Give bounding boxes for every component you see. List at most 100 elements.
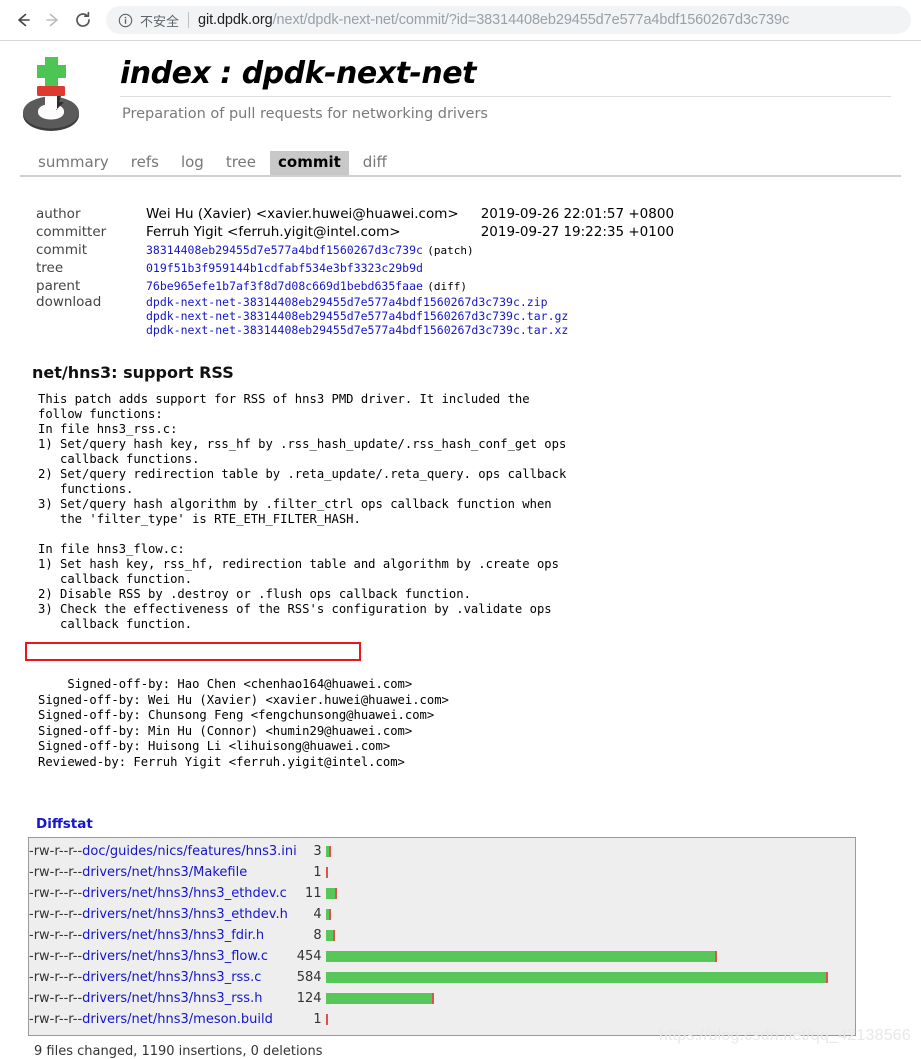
file-path-link[interactable]: drivers/net/hns3/Makefile (82, 865, 247, 880)
file-path-cell: drivers/net/hns3/hns3_ethdev.c (82, 883, 297, 904)
deletions-bar (332, 929, 335, 941)
watermark: https://blog.csdn.net/qq_42138566 (658, 1026, 911, 1044)
table-row: -rw-r--r-- drivers/net/hns3/Makefile 1 (29, 862, 855, 883)
change-count: 1 (313, 864, 322, 880)
file-path-link[interactable]: drivers/net/hns3/hns3_ethdev.h (82, 907, 288, 922)
insertions-bar (325, 929, 333, 941)
deletions-bar (714, 950, 717, 962)
deletions-bar (325, 866, 328, 878)
reload-icon (73, 10, 93, 30)
file-path-cell: drivers/net/hns3/hns3_flow.c (82, 946, 297, 967)
file-mode: -rw-r--r-- (29, 843, 83, 859)
file-path-cell: drivers/net/hns3/meson.build (82, 1009, 297, 1030)
url-path: /next/dpdk-next-net/commit/?id=38314408e… (272, 12, 790, 28)
table-row: -rw-r--r-- doc/guides/nics/features/hns3.… (29, 841, 855, 862)
author-date: 2019-09-26 22:01:57 +0800 (480, 206, 675, 222)
change-count: 124 (296, 990, 322, 1006)
change-graph (322, 883, 855, 904)
file-mode: -rw-r--r-- (29, 1011, 83, 1027)
diffstat-heading: Diffstat (36, 815, 93, 832)
change-graph (322, 841, 855, 862)
address-bar[interactable]: 不安全 git.dpdk.org/next/dpdk-next-net/comm… (106, 6, 911, 34)
author-label: author (36, 206, 81, 222)
tab-diff[interactable]: diff (355, 151, 395, 175)
tab-refs[interactable]: refs (123, 151, 167, 175)
commit-info-row-parent: parent 76be965efe1b7af3f8d7d08c669d1bebd… (36, 277, 674, 295)
parent-label: parent (36, 278, 81, 294)
table-row: -rw-r--r-- drivers/net/hns3/hns3_rss.h 124 (29, 988, 855, 1009)
author-value: Wei Hu (Xavier) <xavier.huwei@huawei.com… (146, 206, 459, 222)
download-zip-cell: dpdk-next-net-38314408eb29455d7e577a4bdf… (146, 295, 674, 309)
file-path-link[interactable]: drivers/net/hns3/hns3_rss.c (82, 970, 261, 985)
committer-date: 2019-09-27 19:22:35 +0100 (480, 224, 675, 240)
commit-info-row-commit: commit 38314408eb29455d7e577a4bdf1560267… (36, 241, 674, 259)
deletions-bar (334, 887, 337, 899)
file-path-link[interactable]: doc/guides/nics/features/hns3.ini (82, 844, 297, 859)
commit-info-row-committer: committer Ferruh Yigit <ferruh.yigit@int… (36, 223, 674, 241)
tab-tree[interactable]: tree (218, 151, 264, 175)
commit-subject: net/hns3: support RSS (32, 363, 234, 382)
file-path-link[interactable]: drivers/net/hns3/hns3_fdir.h (82, 928, 264, 943)
arrow-right-icon (43, 10, 63, 30)
file-mode: -rw-r--r-- (29, 969, 83, 985)
file-path-cell: doc/guides/nics/features/hns3.ini (82, 841, 297, 862)
table-row: -rw-r--r-- drivers/net/hns3/hns3_fdir.h 8 (29, 925, 855, 946)
file-path-link[interactable]: drivers/net/hns3/hns3_rss.h (82, 991, 262, 1006)
repo-description: Preparation of pull requests for network… (122, 106, 488, 122)
download-tarxz-link[interactable]: dpdk-next-net-38314408eb29455d7e577a4bdf… (146, 323, 568, 337)
table-row: -rw-r--r-- drivers/net/hns3/hns3_rss.c 584 (29, 967, 855, 988)
download-zip-link[interactable]: dpdk-next-net-38314408eb29455d7e577a4bdf… (146, 295, 548, 309)
commit-info-row-tree: tree 019f51b3f959144b1cdfabf534e3bf3323c… (36, 259, 674, 277)
tab-summary[interactable]: summary (30, 151, 117, 175)
file-mode: -rw-r--r-- (29, 906, 83, 922)
security-status-label: 不安全 (140, 14, 180, 30)
commit-body: This patch adds support for RSS of hns3 … (38, 392, 567, 631)
deletions-bar (328, 845, 331, 857)
file-path-cell: drivers/net/hns3/hns3_rss.c (82, 967, 297, 988)
back-button[interactable] (8, 5, 38, 35)
file-mode: -rw-r--r-- (29, 990, 83, 1006)
download-targz-cell: dpdk-next-net-38314408eb29455d7e577a4bdf… (146, 309, 674, 323)
change-count: 454 (296, 948, 322, 964)
tree-hash-link[interactable]: 019f51b3f959144b1cdfabf534e3bf3323c29b9d (146, 261, 423, 275)
tab-log[interactable]: log (173, 151, 212, 175)
nav-tabs: summary refs log tree commit diff (20, 150, 901, 177)
insertions-bar (325, 950, 715, 962)
file-path-link[interactable]: drivers/net/hns3/hns3_ethdev.c (82, 886, 287, 901)
commit-trailers: Signed-off-by: Hao Chen <chenhao164@huaw… (25, 642, 921, 786)
download-tarxz-cell: dpdk-next-net-38314408eb29455d7e577a4bdf… (146, 323, 674, 337)
committer-value: Ferruh Yigit <ferruh.yigit@intel.com> (146, 224, 401, 240)
parent-hash-link[interactable]: 76be965efe1b7af3f8d7d08c669d1bebd635faae (146, 279, 423, 293)
file-path-link[interactable]: drivers/net/hns3/hns3_flow.c (82, 949, 268, 964)
change-count: 584 (296, 969, 322, 985)
forward-button[interactable] (38, 5, 68, 35)
diffstat-summary: 9 files changed, 1190 insertions, 0 dele… (34, 1043, 323, 1059)
annotation-highlight-box (25, 642, 361, 661)
download-label: download (36, 294, 102, 310)
reload-button[interactable] (68, 5, 98, 35)
commit-info-row-author: author Wei Hu (Xavier) <xavier.huwei@hua… (36, 205, 674, 223)
file-path-link[interactable]: drivers/net/hns3/meson.build (82, 1012, 273, 1027)
commit-trailers-text: Signed-off-by: Hao Chen <chenhao164@huaw… (38, 677, 449, 769)
file-path-cell: drivers/net/hns3/hns3_fdir.h (82, 925, 297, 946)
change-graph (322, 946, 855, 967)
change-graph (322, 967, 855, 988)
parent-diff-link[interactable]: (diff) (427, 280, 467, 293)
diffstat-container: -rw-r--r-- doc/guides/nics/features/hns3.… (28, 836, 856, 1036)
commit-patch-link[interactable]: (patch) (427, 244, 473, 257)
download-targz-link[interactable]: dpdk-next-net-38314408eb29455d7e577a4bdf… (146, 309, 568, 323)
table-row: -rw-r--r-- drivers/net/hns3/hns3_ethdev.h… (29, 904, 855, 925)
cgit-logo[interactable] (20, 55, 86, 133)
commit-hash-link[interactable]: 38314408eb29455d7e577a4bdf1560267d3c739c (146, 243, 423, 257)
info-circle-icon[interactable] (118, 13, 133, 28)
deletions-bar (328, 908, 331, 920)
arrow-left-icon (13, 10, 33, 30)
tab-commit[interactable]: commit (270, 151, 349, 175)
insertions-bar (325, 992, 432, 1004)
diffstat-table-body: -rw-r--r-- doc/guides/nics/features/hns3.… (29, 841, 855, 1030)
deletions-bar (825, 971, 828, 983)
file-path-cell: drivers/net/hns3/hns3_ethdev.h (82, 904, 297, 925)
deletions-bar (431, 992, 434, 1004)
file-mode: -rw-r--r-- (29, 948, 83, 964)
change-count: 1 (313, 1011, 322, 1027)
